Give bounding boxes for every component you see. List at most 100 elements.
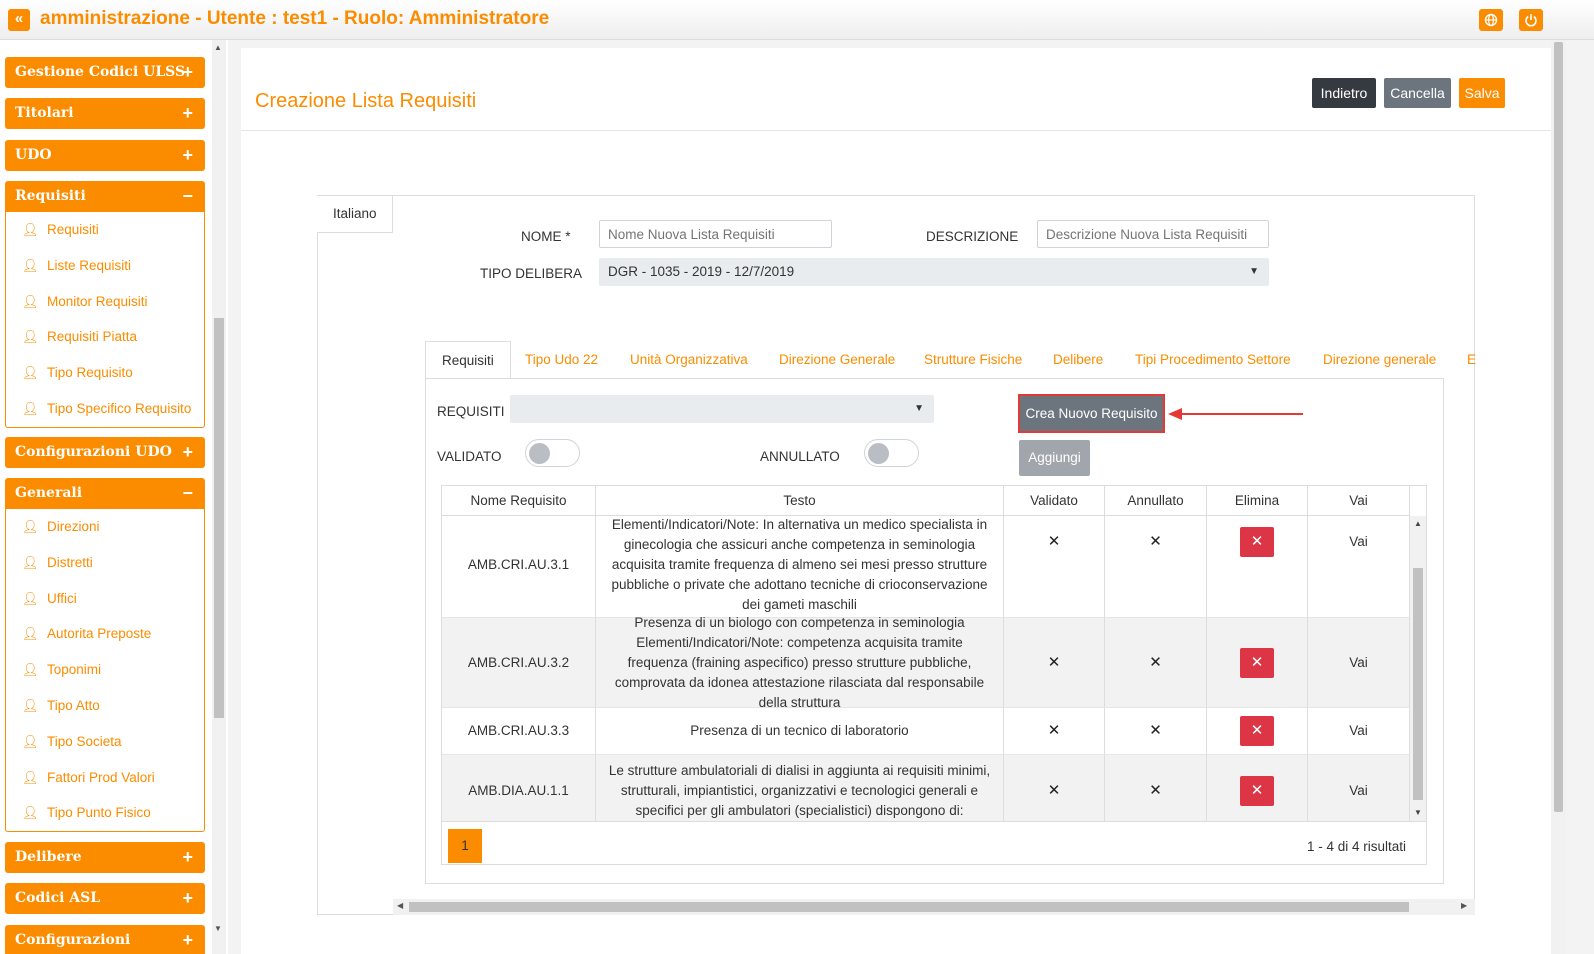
power-icon[interactable] [1519, 9, 1543, 31]
tab-more[interactable]: E [1467, 341, 1476, 379]
sidebar-group-delibere[interactable]: Delibere + [5, 842, 205, 873]
sidebar-group-gestione-codici-ulss[interactable]: Gestione Codici ULSS + [5, 57, 205, 88]
column-header-vai[interactable]: Vai [1308, 486, 1410, 516]
tab-direzione-generale[interactable]: Direzione Generale [779, 341, 895, 379]
sidebar-group-header[interactable]: Gestione Codici ULSS + [5, 57, 205, 88]
sidebar-item-tipo-specifico-requisito[interactable]: 👤︎ Tipo Specifico Requisito [6, 391, 204, 427]
vai-link[interactable]: Vai [1349, 781, 1368, 801]
table-scrollbar[interactable]: ▲ ▼ [1410, 516, 1426, 821]
tab-italiano[interactable]: Italiano [317, 196, 393, 233]
globe-icon[interactable] [1479, 9, 1503, 31]
delete-button[interactable]: ✕ [1240, 716, 1274, 746]
back-button[interactable]: Indietro [1312, 78, 1376, 108]
scrollbar-thumb[interactable] [1413, 568, 1423, 800]
cancel-button[interactable]: Cancella [1384, 78, 1451, 108]
collapse-sidebar-icon[interactable]: « [8, 9, 30, 31]
create-requisito-button[interactable]: Crea Nuovo Requisito [1018, 394, 1165, 433]
expand-icon[interactable]: + [182, 140, 193, 171]
sidebar-item-tipo-requisito[interactable]: 👤︎ Tipo Requisito [6, 355, 204, 391]
sidebar-group-codici-asl[interactable]: Codici ASL + [5, 883, 205, 914]
dropdown-arrow-icon[interactable]: ▼ [1249, 258, 1259, 286]
sidebar-group-requisiti[interactable]: Requisiti − 👤︎ Requisiti 👤︎ Liste Requisiti… [5, 181, 205, 428]
sidebar-item-tipo-atto[interactable]: 👤︎ Tipo Atto [6, 688, 204, 724]
column-header-testo[interactable]: Testo [596, 486, 1004, 516]
tab-requisiti[interactable]: Requisiti [425, 341, 511, 379]
sidebar-group-header[interactable]: UDO + [5, 140, 205, 171]
validato-toggle[interactable] [525, 439, 580, 467]
nome-input[interactable] [599, 220, 832, 248]
sidebar-group-header[interactable]: Generali − [5, 478, 205, 509]
expand-icon[interactable]: + [182, 842, 193, 873]
delete-button[interactable]: ✕ [1240, 647, 1274, 678]
collapse-icon[interactable]: − [182, 478, 193, 509]
horizontal-scrollbar[interactable]: ◀ ▶ [393, 899, 1475, 915]
sidebar-group-header[interactable]: Codici ASL + [5, 883, 205, 914]
tab-tipo-udo-22[interactable]: Tipo Udo 22 [525, 341, 598, 379]
tipo-delibera-select[interactable]: DGR - 1035 - 2019 - 12/7/2019 ▼ [599, 258, 1269, 286]
annullato-toggle[interactable] [864, 439, 919, 467]
sidebar-group-titolari[interactable]: Titolari + [5, 98, 205, 129]
user-edit-icon: 👤︎ [22, 365, 39, 381]
expand-icon[interactable]: + [182, 925, 193, 954]
scroll-right-icon[interactable]: ▶ [1461, 901, 1467, 910]
sidebar-group-generali[interactable]: Generali − 👤︎ Direzioni 👤︎ Distretti 👤︎ Uffi… [5, 478, 205, 833]
sidebar-scrollbar[interactable]: ▲ ▼ [212, 40, 226, 954]
expand-icon[interactable]: + [182, 437, 193, 468]
sidebar-group-header[interactable]: Titolari + [5, 98, 205, 129]
vai-link[interactable]: Vai [1349, 721, 1368, 741]
scroll-down-icon[interactable]: ▼ [1414, 808, 1422, 817]
sidebar-item-requisiti-piatta[interactable]: 👤︎ Requisiti Piatta [6, 319, 204, 355]
sidebar-item-requisiti[interactable]: 👤︎ Requisiti [6, 212, 204, 248]
scrollbar-thumb[interactable] [1554, 42, 1563, 812]
delete-button[interactable]: ✕ [1240, 527, 1274, 557]
tab-tipi-procedimento-settore[interactable]: Tipi Procedimento Settore [1135, 341, 1291, 379]
dropdown-arrow-icon[interactable]: ▼ [914, 395, 924, 423]
sidebar-item-monitor-requisiti[interactable]: 👤︎ Monitor Requisiti [6, 284, 204, 320]
column-header-annullato[interactable]: Annullato [1105, 486, 1207, 516]
tab-unita-organizzativa[interactable]: Unità Organizzativa [630, 341, 748, 379]
sidebar-item-direzioni[interactable]: 👤︎ Direzioni [6, 509, 204, 545]
add-button[interactable]: Aggiungi [1019, 440, 1090, 476]
requisiti-select[interactable]: ▼ [510, 395, 934, 423]
expand-icon[interactable]: + [182, 57, 193, 88]
sidebar-group-header[interactable]: Delibere + [5, 842, 205, 873]
sidebar-item-tipo-punto-fisico[interactable]: 👤︎ Tipo Punto Fisico [6, 795, 204, 831]
vai-link[interactable]: Vai [1349, 532, 1368, 552]
sidebar-item-liste-requisiti[interactable]: 👤︎ Liste Requisiti [6, 248, 204, 284]
expand-icon[interactable]: + [182, 883, 193, 914]
sidebar-group-configurazioni-udo[interactable]: Configurazioni UDO + [5, 437, 205, 468]
pagination-page-button[interactable]: 1 [448, 829, 482, 863]
sidebar-group-header[interactable]: Configurazioni UDO + [5, 437, 205, 468]
sidebar-group-header[interactable]: Requisiti − [5, 181, 205, 212]
sidebar-group-header[interactable]: Configurazioni + [5, 925, 205, 954]
user-edit-icon: 👤︎ [22, 805, 39, 821]
descrizione-input[interactable] [1037, 220, 1269, 248]
tab-direzione-generale-2[interactable]: Direzione generale [1323, 341, 1436, 379]
scroll-up-icon[interactable]: ▲ [1414, 519, 1422, 528]
vai-link[interactable]: Vai [1349, 653, 1368, 673]
sidebar-item-autorita-preposte[interactable]: 👤︎ Autorita Preposte [6, 616, 204, 652]
scroll-left-icon[interactable]: ◀ [397, 901, 403, 910]
expand-icon[interactable]: + [182, 98, 193, 129]
column-header-elimina[interactable]: Elimina [1207, 486, 1308, 516]
sidebar-item-distretti[interactable]: 👤︎ Distretti [6, 545, 204, 581]
scroll-up-icon[interactable]: ▲ [214, 43, 222, 52]
tab-delibere[interactable]: Delibere [1053, 341, 1103, 379]
scrollbar-thumb[interactable] [214, 318, 224, 718]
sidebar-group-udo[interactable]: UDO + [5, 140, 205, 171]
sidebar-item-fattori-prod-valori[interactable]: 👤︎ Fattori Prod Valori [6, 760, 204, 796]
sidebar-group-configurazioni[interactable]: Configurazioni + [5, 925, 205, 954]
collapse-icon[interactable]: − [182, 181, 193, 212]
sidebar-item-toponimi[interactable]: 👤︎ Toponimi [6, 652, 204, 688]
scroll-down-icon[interactable]: ▼ [214, 924, 222, 933]
column-header-validato[interactable]: Validato [1004, 486, 1105, 516]
save-button[interactable]: Salva [1459, 78, 1505, 108]
page-scrollbar[interactable] [1551, 40, 1566, 954]
sidebar-item-tipo-societa[interactable]: 👤︎ Tipo Societa [6, 724, 204, 760]
column-header-nome[interactable]: Nome Requisito [442, 486, 596, 516]
x-icon: ✕ [1047, 653, 1061, 671]
tab-strutture-fisiche[interactable]: Strutture Fisiche [924, 341, 1022, 379]
scrollbar-thumb[interactable] [409, 902, 1409, 912]
sidebar-item-uffici[interactable]: 👤︎ Uffici [6, 581, 204, 617]
delete-button[interactable]: ✕ [1240, 775, 1274, 806]
